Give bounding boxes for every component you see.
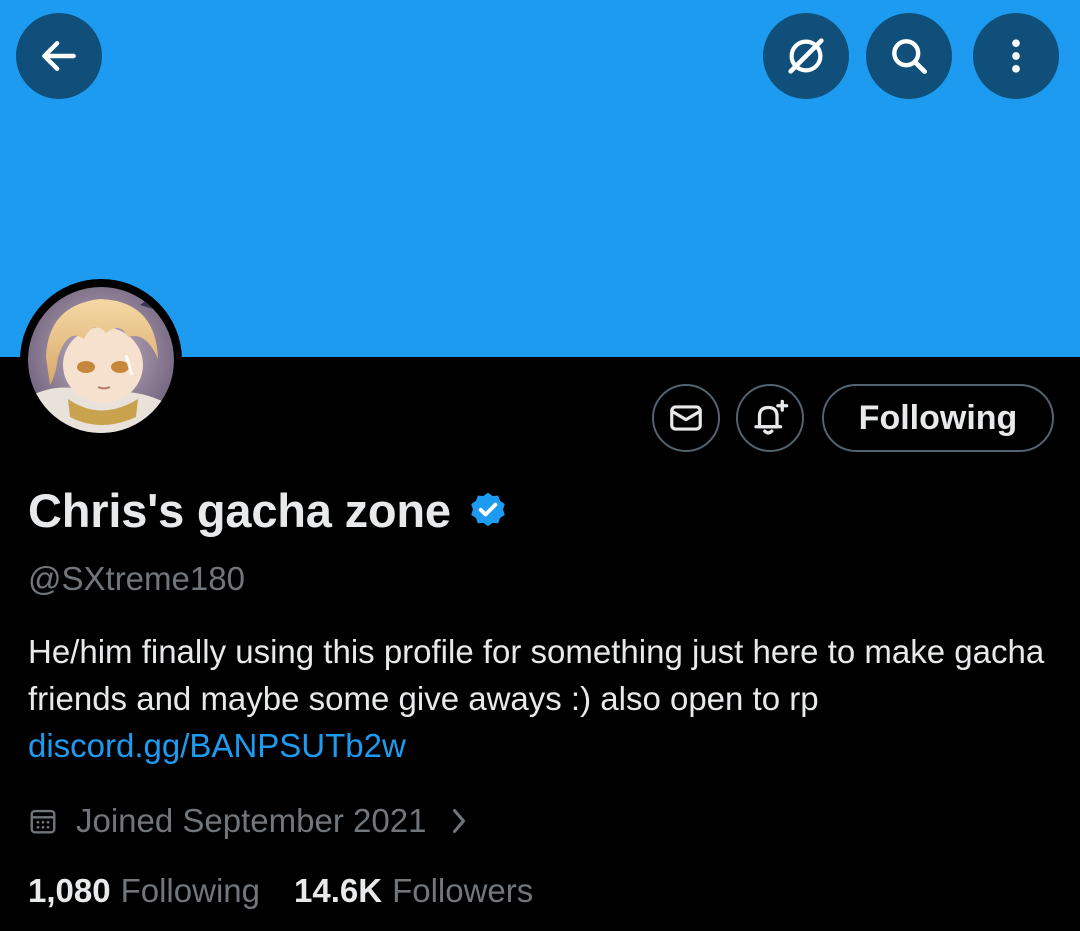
joined-row[interactable]: Joined September 2021 <box>28 796 470 846</box>
following-stat[interactable]: 1,080 Following <box>28 872 260 910</box>
grok-icon <box>788 38 824 74</box>
joined-date: Joined September 2021 <box>76 802 427 839</box>
more-button[interactable] <box>973 13 1059 99</box>
bell-plus-icon <box>754 399 789 435</box>
verified-badge-icon[interactable] <box>467 490 509 532</box>
calendar-icon <box>30 809 56 834</box>
notifications-button[interactable] <box>736 384 804 452</box>
followers-stat[interactable]: 14.6K Followers <box>294 872 533 910</box>
arrow-left-icon <box>42 40 76 72</box>
handle: @SXtreme180 <box>28 560 245 597</box>
avatar[interactable] <box>20 279 182 441</box>
more-vertical-icon <box>1012 39 1020 73</box>
stats-row: 1,080 Following 14.6K Followers <box>28 866 533 916</box>
followers-count: 14.6K <box>294 872 383 909</box>
envelope-icon <box>670 405 702 431</box>
following-button-label: Following <box>858 398 1018 437</box>
bio-text: He/him finally using this profile for so… <box>28 633 1045 717</box>
bio: He/him finally using this profile for so… <box>28 628 1048 769</box>
following-label: Following <box>120 872 260 909</box>
profile-page: Following Chris's gacha zone @SXtreme180… <box>0 0 1080 931</box>
bio-link[interactable]: discord.gg/BANPSUTb2w <box>28 727 406 764</box>
back-button[interactable] <box>16 13 102 99</box>
chevron-right-icon <box>453 809 466 833</box>
message-button[interactable] <box>652 384 720 452</box>
display-name: Chris's gacha zone <box>28 483 451 537</box>
search-icon <box>892 39 927 74</box>
following-button[interactable]: Following <box>822 384 1054 452</box>
name-row: Chris's gacha zone <box>28 478 509 542</box>
followers-label: Followers <box>392 872 534 909</box>
following-count: 1,080 <box>28 872 111 909</box>
search-button[interactable] <box>866 13 952 99</box>
avatar-image <box>28 287 174 433</box>
grok-button[interactable] <box>763 13 849 99</box>
